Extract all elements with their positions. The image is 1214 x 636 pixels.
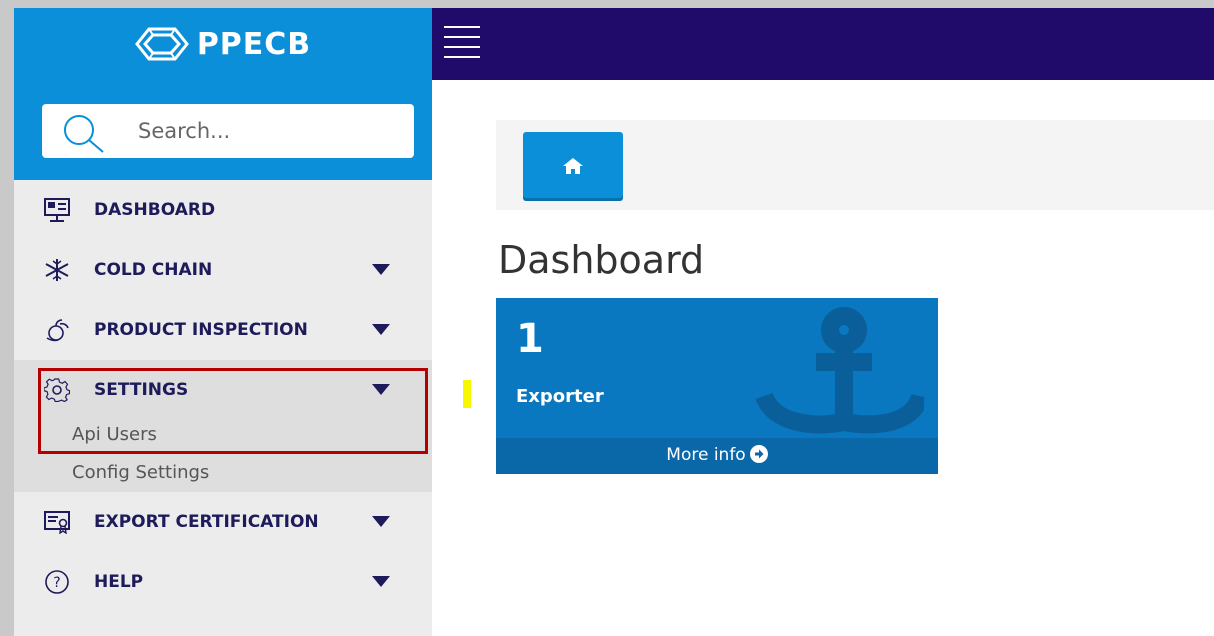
sidebar-item-export-certification[interactable]: EXPORT CERTIFICATION — [14, 492, 432, 552]
app-window: PPECB DASHBOARD — [14, 8, 1214, 636]
sidebar-item-label: EXPORT CERTIFICATION — [94, 512, 319, 532]
exporter-card: 1 Exporter More info — [496, 298, 938, 474]
help-icon: ? — [45, 570, 69, 594]
arrow-circle-right-icon — [749, 445, 768, 463]
gear-icon — [44, 378, 70, 402]
sidebar-item-label: PRODUCT INSPECTION — [94, 320, 308, 340]
chevron-down-icon[interactable] — [372, 324, 390, 335]
sidebar: PPECB DASHBOARD — [14, 8, 432, 636]
inspection-icon — [46, 319, 69, 342]
search-icon[interactable] — [58, 112, 110, 154]
card-number: 1 — [516, 316, 544, 362]
settings-submenu: SETTINGS Api Users Config Settings — [14, 360, 432, 492]
search-box[interactable] — [42, 104, 414, 158]
certificate-icon — [44, 511, 70, 534]
more-info-link[interactable]: More info — [496, 445, 938, 465]
sidebar-item-product-inspection[interactable]: PRODUCT INSPECTION — [14, 300, 432, 360]
breadcrumb — [496, 120, 1214, 210]
home-icon — [563, 158, 583, 174]
hamburger-icon[interactable] — [444, 24, 480, 62]
brand-name: PPECB — [196, 26, 312, 62]
chevron-down-icon[interactable] — [372, 264, 390, 275]
sidebar-item-label: DASHBOARD — [94, 200, 216, 220]
chevron-down-icon[interactable] — [372, 516, 390, 527]
sidebar-item-help[interactable]: ? HELP — [14, 552, 432, 612]
sidebar-item-settings[interactable]: SETTINGS — [14, 360, 432, 420]
more-info-label: More info — [666, 445, 746, 465]
brand-logo[interactable]: PPECB — [14, 8, 432, 80]
sidebar-subitem-config-settings[interactable]: Config Settings — [72, 462, 209, 483]
sidebar-item-label: COLD CHAIN — [94, 260, 213, 280]
page-title: Dashboard — [498, 238, 705, 282]
top-navbar — [432, 8, 1214, 80]
chevron-down-icon[interactable] — [372, 576, 390, 587]
sidebar-item-dashboard[interactable]: DASHBOARD — [14, 180, 432, 240]
search-bar — [14, 80, 432, 180]
search-input[interactable] — [138, 117, 398, 145]
card-footer[interactable]: More info — [496, 438, 938, 474]
sidebar-item-label: SETTINGS — [94, 380, 189, 400]
home-button[interactable] — [523, 132, 623, 198]
ppecb-emblem-icon — [134, 27, 189, 61]
snowflake-icon — [45, 259, 69, 281]
monitor-icon — [44, 198, 70, 222]
card-label: Exporter — [516, 386, 604, 407]
sidebar-item-cold-chain[interactable]: COLD CHAIN — [14, 240, 432, 300]
chevron-down-icon[interactable] — [372, 384, 390, 395]
anchor-icon — [755, 307, 924, 434]
sidebar-subitem-api-users[interactable]: Api Users — [72, 424, 157, 445]
svg-text:?: ? — [53, 575, 60, 591]
highlight-marker — [463, 380, 471, 408]
sidebar-item-label: HELP — [94, 572, 144, 592]
